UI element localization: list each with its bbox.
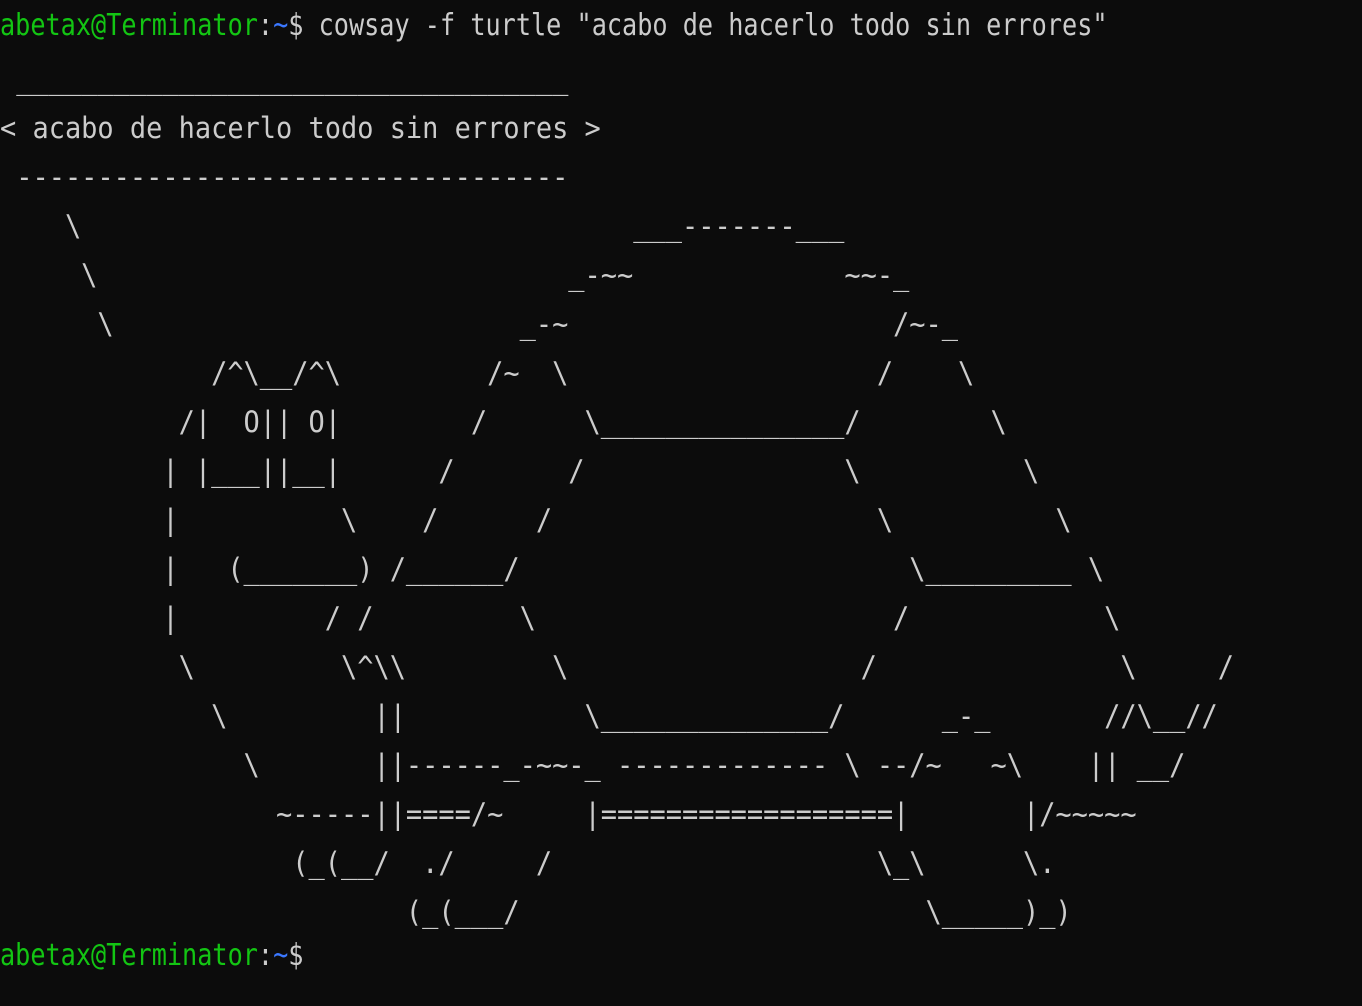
prompt-user-host: abetax@Terminator bbox=[0, 8, 258, 43]
prompt-symbol: $ bbox=[288, 8, 304, 43]
terminal-window[interactable]: abetax@Terminator:~$ cowsay -f turtle "a… bbox=[0, 0, 1362, 1006]
command-text: cowsay -f turtle "acabo de hacerlo todo … bbox=[303, 8, 1108, 43]
cowsay-turtle-output: __________________________________ < aca… bbox=[0, 62, 1235, 929]
current-prompt-line[interactable]: abetax@Terminator:~$ bbox=[0, 936, 303, 976]
prompt-colon: : bbox=[257, 938, 274, 973]
prompt-symbol: $ bbox=[288, 938, 304, 973]
prompt-colon: : bbox=[257, 8, 274, 43]
prompt-path: ~ bbox=[273, 938, 289, 973]
prompt-path: ~ bbox=[273, 8, 289, 43]
command-prompt-line: abetax@Terminator:~$ cowsay -f turtle "a… bbox=[0, 6, 1108, 46]
prompt-user-host: abetax@Terminator bbox=[0, 938, 258, 973]
